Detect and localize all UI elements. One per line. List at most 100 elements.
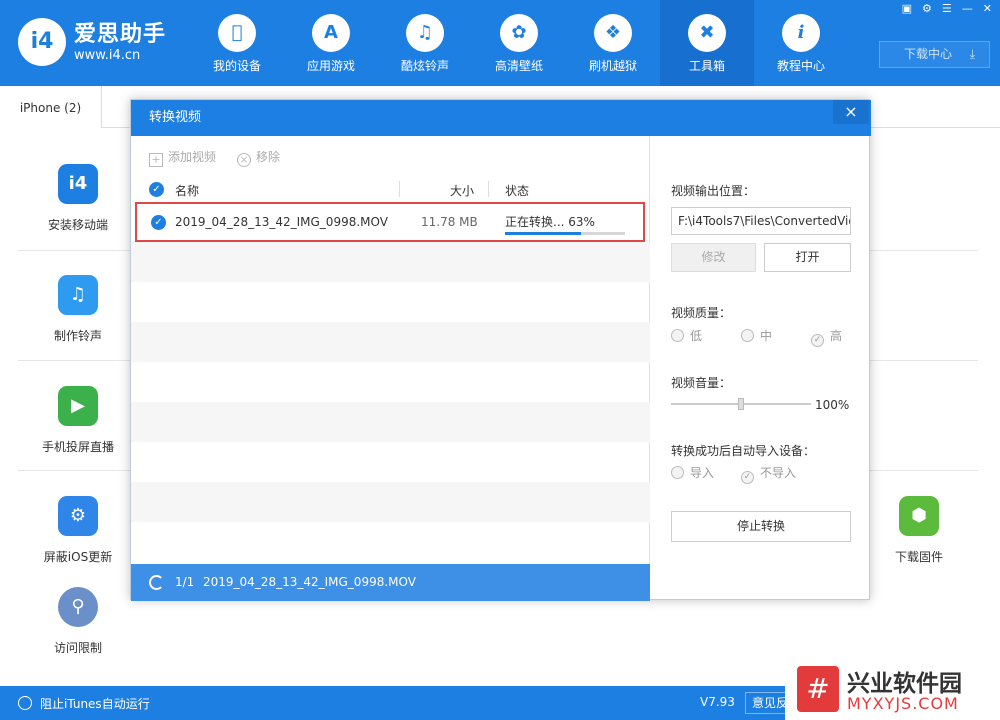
nav-tutorials[interactable]: i 教程中心: [754, 0, 848, 86]
file-checkbox[interactable]: ✓: [151, 215, 166, 230]
tool-screen-mirror[interactable]: ▶ 手机投屏直播: [18, 386, 138, 455]
nav-label: 教程中心: [776, 59, 825, 73]
import-no-radio[interactable]: ✓ 不导入: [741, 464, 796, 484]
nav-ringtones[interactable]: ♫ 酷炫铃声: [378, 0, 472, 86]
table-header: ✓ 名称 大小 状态: [131, 178, 650, 200]
bell-plus-icon: ♫: [58, 275, 98, 315]
output-path-field[interactable]: [671, 207, 851, 235]
quality-mid-radio[interactable]: 中: [741, 327, 772, 344]
auto-import-label: 转换成功后自动导入设备：: [671, 444, 816, 458]
list-row-empty: [131, 482, 650, 522]
close-window-icon[interactable]: ✕: [983, 2, 992, 15]
nav-my-device[interactable]:  我的设备: [190, 0, 284, 86]
list-row-empty: [131, 522, 650, 562]
tool-access-restriction[interactable]: ⚲ 访问限制: [18, 587, 138, 656]
settings-pane: 视频输出位置： 修改 打开 视频质量： 低 中 ✓高 视频音量： 100% 转换…: [651, 136, 871, 601]
tool-make-ringtone[interactable]: ♫ 制作铃声: [18, 275, 138, 344]
skin-icon[interactable]: ▣: [902, 2, 912, 15]
tool-download-firmware[interactable]: ⬢ 下载固件: [859, 496, 979, 565]
open-button[interactable]: 打开: [764, 243, 851, 272]
list-row-empty: [131, 402, 650, 442]
volume-slider-handle[interactable]: [738, 398, 744, 410]
nav-label: 我的设备: [212, 59, 261, 73]
remove-button[interactable]: × 移除: [237, 148, 280, 167]
add-video-button[interactable]: + 添加视频: [149, 148, 216, 167]
select-all-checkbox[interactable]: ✓: [149, 182, 164, 197]
list-row-empty: [131, 282, 650, 322]
download-arrow-icon: ⤓: [969, 47, 975, 61]
volume-label: 视频音量：: [671, 376, 732, 390]
import-yes-label: 导入: [690, 466, 715, 480]
modify-button[interactable]: 修改: [671, 243, 756, 272]
remove-label: 移除: [256, 150, 281, 164]
radio-checked-icon: ✓: [741, 471, 754, 484]
column-separator: [488, 181, 489, 197]
column-status: 状态: [505, 184, 530, 198]
gear-block-icon: ⚙: [58, 496, 98, 536]
list-row-empty: [131, 362, 650, 402]
tool-label: 访问限制: [53, 641, 102, 655]
tool-block-ios-update[interactable]: ⚙ 屏蔽iOS更新: [18, 496, 138, 565]
watermark-logo-icon: #: [797, 666, 839, 712]
brand-name: 爱思助手: [74, 22, 167, 47]
menu-icon[interactable]: ☰: [942, 2, 952, 15]
output-location-label: 视频输出位置：: [671, 184, 756, 198]
tab-iphone[interactable]: iPhone (2): [0, 86, 102, 128]
radio-checked-icon: ✓: [811, 334, 824, 347]
i4-app-icon: i4: [58, 164, 98, 204]
settings-gear-icon[interactable]: ⚙: [922, 2, 932, 15]
nav-toolbox[interactable]: ✖ 工具箱: [660, 0, 754, 86]
file-list: [131, 202, 650, 562]
remove-icon: ×: [237, 153, 251, 167]
radio-empty-icon: [671, 466, 684, 479]
quality-high-label: 高: [830, 329, 843, 343]
cube-icon: ⬢: [899, 496, 939, 536]
nav-label: 高清壁纸: [494, 59, 543, 73]
radio-empty-icon: [671, 329, 684, 342]
nav-label: 工具箱: [688, 59, 725, 73]
info-icon: i: [782, 14, 820, 52]
watermark-url: MYXYJS.COM: [847, 694, 959, 713]
itunes-block-toggle[interactable]: [18, 696, 32, 710]
quality-low-radio[interactable]: 低: [671, 327, 702, 344]
download-center-button[interactable]: 下载中心 ⤓: [879, 41, 990, 68]
dialog-toolbar: + 添加视频 × 移除: [131, 136, 650, 176]
nav-label: 应用游戏: [306, 59, 355, 73]
brand-url: www.i4.cn: [74, 48, 141, 63]
radio-empty-icon: [741, 329, 754, 342]
tool-install-mobile[interactable]: i4 安装移动端: [18, 164, 138, 233]
spinner-icon: [149, 575, 164, 590]
import-yes-radio[interactable]: 导入: [671, 464, 714, 481]
watermark-name: 兴业软件园: [847, 671, 962, 697]
quality-label: 视频质量：: [671, 306, 732, 320]
conversion-progress-bar: [505, 232, 625, 235]
nav-label: 刷机越狱: [588, 59, 637, 73]
file-size: 11.78 MB: [421, 215, 478, 229]
list-row-empty: [131, 242, 650, 282]
list-row-empty: [131, 322, 650, 362]
itunes-block-label[interactable]: 阻止iTunes自动运行: [40, 695, 150, 712]
key-icon: ⚲: [58, 587, 98, 627]
quality-high-radio[interactable]: ✓ 高: [811, 327, 842, 347]
nav-wallpapers[interactable]: ✿ 高清壁纸: [472, 0, 566, 86]
window-controls: ▣ ⚙ ☰ — ✕: [902, 2, 992, 15]
file-row[interactable]: ✓ 2019_04_28_13_42_IMG_0998.MOV 11.78 MB…: [135, 202, 645, 242]
stop-conversion-button[interactable]: 停止转换: [671, 511, 851, 542]
convert-video-dialog: 转换视频 × + 添加视频 × 移除 ✓ 名称 大小 状态 ✓ 2019_04_…: [130, 99, 871, 601]
tool-label: 屏蔽iOS更新: [43, 550, 113, 564]
nav-apps-games[interactable]: A 应用游戏: [284, 0, 378, 86]
brand: 爱思助手 www.i4.cn: [74, 22, 166, 64]
add-video-label: 添加视频: [168, 150, 217, 164]
file-status: 正在转换... 63%: [505, 215, 595, 229]
tool-label: 制作铃声: [53, 329, 102, 343]
nav-flash-jailbreak[interactable]: ❖ 刷机越狱: [566, 0, 660, 86]
dialog-title: 转换视频: [131, 100, 871, 136]
dialog-close-icon[interactable]: ×: [833, 100, 869, 124]
appstore-icon: A: [312, 14, 350, 52]
apple-icon: : [218, 14, 256, 52]
main-nav:  我的设备 A 应用游戏 ♫ 酷炫铃声 ✿ 高清壁纸 ❖ 刷机越狱 ✖ 工具箱…: [190, 0, 848, 86]
column-name: 名称: [175, 184, 200, 198]
flower-icon: ✿: [500, 14, 538, 52]
minimize-icon[interactable]: —: [962, 2, 973, 15]
screen-play-icon: ▶: [58, 386, 98, 426]
